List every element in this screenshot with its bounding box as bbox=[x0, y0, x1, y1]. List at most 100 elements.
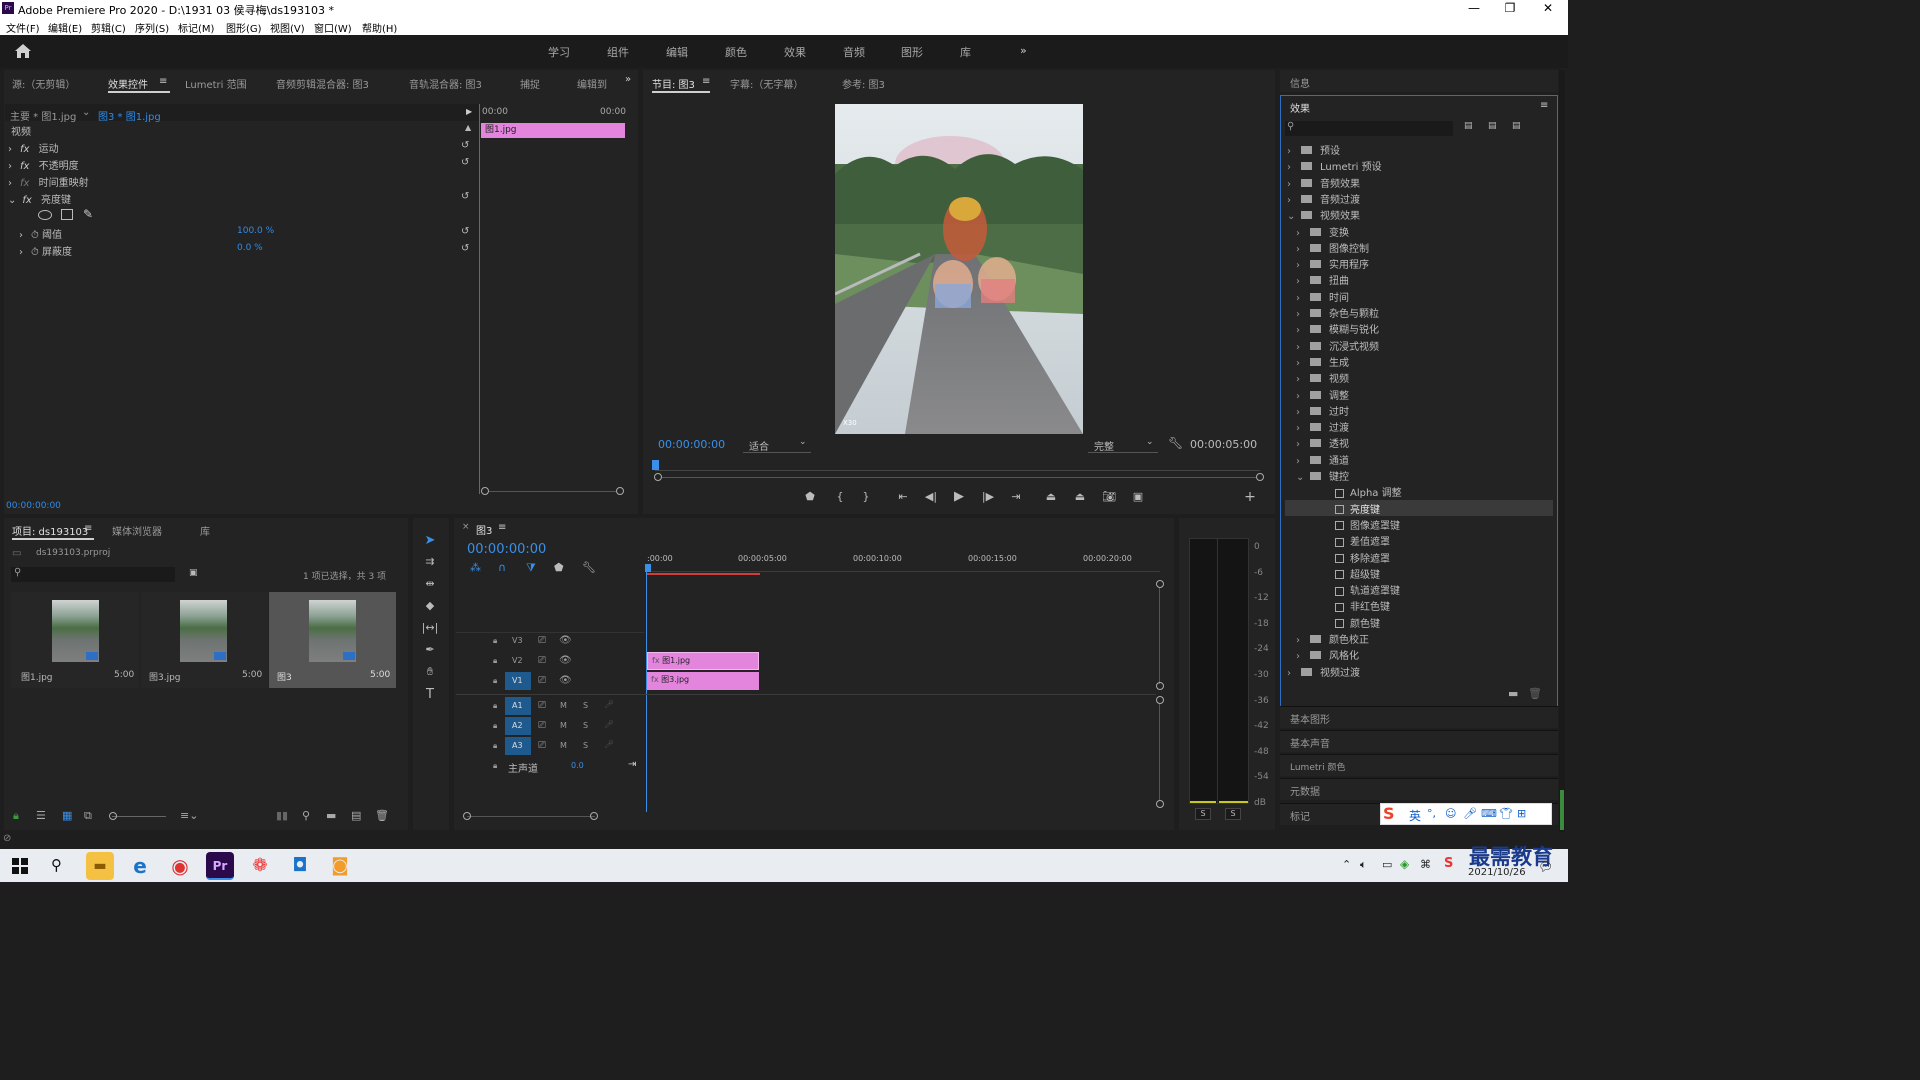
list-view-icon[interactable]: ☰ bbox=[36, 809, 46, 822]
solo-left-button[interactable]: S bbox=[1195, 808, 1211, 820]
quality-dropdown[interactable]: 完整 bbox=[1094, 438, 1114, 453]
effects-tree-item[interactable]: 轨道遮罩键 bbox=[1305, 582, 1400, 597]
menu-view[interactable]: 视图(V) bbox=[270, 20, 305, 35]
effects-tree-item[interactable]: › 预设 bbox=[1287, 142, 1340, 157]
chevron-right-icon[interactable]: › bbox=[1287, 195, 1301, 206]
tray-app-icon[interactable]: ⌘ bbox=[1420, 858, 1431, 871]
play-icon[interactable]: ▶ bbox=[949, 489, 969, 505]
file-explorer-icon[interactable]: ▬ bbox=[86, 852, 114, 880]
linked-selection-icon[interactable]: ⧩ bbox=[526, 561, 536, 575]
ec-clip-bar[interactable]: 图1.jpg bbox=[481, 123, 625, 138]
program-time-ruler[interactable] bbox=[655, 461, 1260, 471]
comparison-view-icon[interactable]: ▣ bbox=[1128, 490, 1148, 506]
home-icon[interactable] bbox=[14, 43, 32, 59]
chevron-right-icon[interactable]: › bbox=[1296, 423, 1310, 434]
add-button-icon[interactable]: + bbox=[1240, 489, 1260, 505]
chevron-right-icon[interactable]: › bbox=[1296, 309, 1310, 320]
effects-tree-item[interactable]: › 生成 bbox=[1296, 354, 1349, 369]
clip-dropdown-icon[interactable]: ⌄ bbox=[82, 107, 90, 118]
orange-app-icon[interactable]: ◙ bbox=[326, 852, 354, 880]
chevron-right-icon[interactable]: › bbox=[1296, 391, 1310, 402]
menu-marker[interactable]: 标记(M) bbox=[178, 20, 214, 35]
track-master[interactable]: 🔒︎ 主声道 0.0 ⇥ bbox=[456, 757, 644, 775]
essential-sound-section[interactable]: 基本声音 bbox=[1280, 730, 1558, 752]
clip-v2[interactable]: fx 图1.jpg bbox=[647, 652, 759, 670]
add-marker-icon[interactable]: ⬟ bbox=[554, 561, 564, 574]
tab-sequence[interactable]: 图3 bbox=[476, 522, 492, 537]
fx-timeremap-row[interactable]: › fx 时间重映射 bbox=[5, 174, 475, 190]
panel-menu-icon[interactable]: ≡ bbox=[159, 76, 167, 87]
lock-icon[interactable]: 🔒︎ bbox=[13, 809, 19, 823]
chevron-right-icon[interactable]: › bbox=[1296, 325, 1310, 336]
eye-icon[interactable]: 👁︎ bbox=[559, 655, 572, 666]
chevron-right-icon[interactable]: › bbox=[1296, 228, 1310, 239]
project-item[interactable]: 图3.jpg 5:00 bbox=[141, 592, 268, 688]
ec-zoom-handle-left[interactable] bbox=[481, 487, 489, 495]
stopwatch-icon[interactable]: ⏱ bbox=[31, 230, 39, 241]
ec-timecode[interactable]: 00:00:00:00 bbox=[6, 501, 61, 511]
more-workspaces-icon[interactable]: » bbox=[1020, 44, 1027, 57]
effects-tree-item[interactable]: › Lumetri 预设 bbox=[1287, 158, 1382, 173]
cutoff-value[interactable]: 0.0 % bbox=[237, 243, 263, 253]
reset-icon[interactable]: ↺ bbox=[461, 243, 469, 254]
nest-icon[interactable]: ⁂ bbox=[470, 561, 481, 574]
close-button[interactable]: ✕ bbox=[1528, 1, 1568, 16]
effects-tree-item[interactable]: › 实用程序 bbox=[1296, 256, 1369, 271]
ellipse-mask-icon[interactable] bbox=[38, 210, 52, 220]
workspace-editing[interactable]: 编辑 bbox=[666, 44, 688, 60]
selection-tool-icon[interactable]: ➤ bbox=[420, 533, 440, 549]
security-icon[interactable]: ◈ bbox=[1400, 857, 1409, 871]
effects-tree-item[interactable]: 移除遮罩 bbox=[1305, 550, 1390, 565]
fx-motion-row[interactable]: › fx 运动 ↺ bbox=[5, 140, 475, 156]
type-tool-icon[interactable]: T bbox=[420, 687, 440, 703]
timeline-zoom-handle-left[interactable] bbox=[463, 812, 471, 820]
chevron-right-icon[interactable]: › bbox=[1296, 456, 1310, 467]
panel-menu-icon[interactable]: ≡ bbox=[498, 522, 506, 533]
effects-tree-item[interactable]: ⌄ 键控 bbox=[1296, 468, 1349, 483]
chevron-right-icon[interactable]: › bbox=[1296, 374, 1310, 385]
right-scrollbar[interactable] bbox=[1559, 70, 1565, 840]
effects-tree-item[interactable]: ⌄ 视频效果 bbox=[1287, 207, 1360, 222]
mute-button[interactable]: M bbox=[560, 721, 567, 730]
workspace-learn[interactable]: 学习 bbox=[548, 44, 570, 60]
new-item-icon[interactable]: ▤ bbox=[351, 809, 361, 822]
chevron-right-icon[interactable]: › bbox=[1296, 276, 1310, 287]
track-lock-icon[interactable]: 🔒︎ bbox=[493, 701, 497, 711]
tab-info[interactable]: 信息 bbox=[1290, 75, 1310, 90]
paint-app-icon[interactable]: ❁ bbox=[246, 852, 274, 880]
chevron-down-icon[interactable]: ⌄ bbox=[1146, 437, 1154, 447]
project-item[interactable]: 图1.jpg 5:00 bbox=[11, 592, 139, 688]
effects-tree-item[interactable]: › 音频效果 bbox=[1287, 175, 1360, 190]
workspace-effects[interactable]: 效果 bbox=[784, 44, 806, 60]
mark-out-icon[interactable]: } bbox=[856, 490, 876, 506]
track-a3[interactable]: 🔒︎ A3 ⎚ M S 🎤︎ bbox=[456, 736, 644, 756]
blue-app-icon[interactable]: ◘ bbox=[286, 852, 314, 880]
track-lock-icon[interactable]: 🔒︎ bbox=[493, 636, 497, 646]
effects-tree-item[interactable]: › 过渡 bbox=[1296, 419, 1349, 434]
program-timecode[interactable]: 00:00:00:00 bbox=[658, 438, 725, 451]
chrome-icon[interactable]: ◉ bbox=[166, 852, 194, 880]
ime-language[interactable]: 英 bbox=[1409, 807, 1421, 824]
program-zoom-bar[interactable] bbox=[658, 477, 1260, 478]
edge-icon[interactable]: e bbox=[126, 852, 154, 880]
solo-button[interactable]: S bbox=[583, 741, 588, 750]
tab-effects[interactable]: 效果 bbox=[1290, 100, 1310, 115]
play-only-icon[interactable]: ▶ bbox=[466, 107, 472, 116]
solo-button[interactable]: S bbox=[583, 721, 588, 730]
keyboard-icon[interactable]: ⌨ bbox=[1481, 807, 1497, 820]
effects-tree-item[interactable]: › 时间 bbox=[1296, 289, 1349, 304]
tab-media-browser[interactable]: 媒体浏览器 bbox=[112, 523, 162, 538]
new-bin-icon[interactable]: ▬ bbox=[326, 809, 336, 822]
menu-clip[interactable]: 剪辑(C) bbox=[91, 20, 126, 35]
sync-lock-icon[interactable]: ⎚ bbox=[538, 700, 546, 711]
effects-tree-item[interactable]: 亮度键 bbox=[1305, 501, 1380, 516]
tab-lumetri-scopes[interactable]: Lumetri 范围 bbox=[185, 76, 247, 91]
effects-tree-item[interactable]: › 调整 bbox=[1296, 387, 1349, 402]
effects-tree-item[interactable]: › 音频过渡 bbox=[1287, 191, 1360, 206]
ec-playhead[interactable] bbox=[479, 104, 480, 494]
track-a1[interactable]: 🔒︎ A1 ⎚ M S 🎤︎ bbox=[456, 696, 644, 716]
fx-opacity-row[interactable]: › fx 不透明度 ↺ bbox=[5, 157, 475, 173]
panel-menu-icon[interactable]: ≡ bbox=[84, 523, 92, 534]
timeline-zoom-bar[interactable] bbox=[467, 816, 595, 817]
chevron-right-icon[interactable]: › bbox=[1296, 293, 1310, 304]
